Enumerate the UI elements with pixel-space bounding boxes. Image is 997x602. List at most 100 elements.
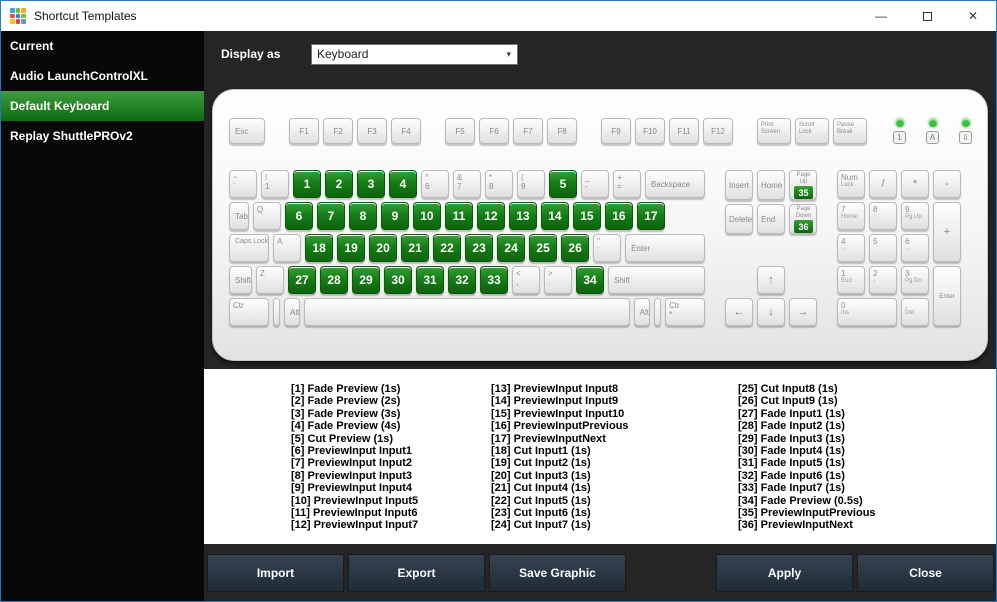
key-shortcut-9: 9 xyxy=(380,202,409,230)
key-shortcut-33: 33 xyxy=(480,266,509,294)
numpad-key-1: 1 End xyxy=(837,266,865,294)
key-shortcut-7: 7 xyxy=(316,202,345,230)
display-as-dropdown[interactable]: Keyboard ▾ xyxy=(311,43,518,65)
key-arrow-down: ↓ xyxy=(757,298,785,326)
keyboard-top-row: Esc F1 F2 F3 F4 F5 F6 F7 F8 F9 F10 F11 F12 Print Scr… xyxy=(229,118,972,144)
key-shortcut-24: 24 xyxy=(497,234,526,262)
key-f4: F4 xyxy=(391,118,421,144)
fkey-group-1: F1 F2 F3 F4 xyxy=(289,118,421,144)
key-shortcut-21: 21 xyxy=(401,234,430,262)
numpad-key-2: 2 ↓ xyxy=(869,266,897,294)
export-button[interactable]: Export xyxy=(348,553,485,592)
shortcut-entry: [12] PreviewInput Input7 xyxy=(291,519,419,532)
key-caps-lock: Caps Lock xyxy=(229,234,270,262)
led-indicators: 1 A ⇩ xyxy=(893,119,972,144)
key-shortcut-11: 11 xyxy=(444,202,473,230)
shortcut-entry: [11] PreviewInput Input6 xyxy=(291,507,418,520)
scroll-lock-led-icon: ⇩ xyxy=(959,131,972,144)
numpad-key-4: 4 ← xyxy=(837,234,865,262)
key-page-up: Page Up 35 xyxy=(789,170,817,200)
key-enter: Enter xyxy=(625,234,705,262)
sidebar-item-current[interactable]: Current xyxy=(1,31,204,61)
key-page-down: Page Down 36 xyxy=(789,204,817,234)
fkey-area: F1 F2 F3 F4 F5 F6 F7 F8 F9 F10 F11 F12 xyxy=(289,118,733,144)
shortcut-entry: [30] Fade Input4 (1s) xyxy=(738,445,845,458)
save-graphic-button[interactable]: Save Graphic xyxy=(489,553,626,592)
key-blank-right xyxy=(654,298,661,326)
key-arrow-up: ↑ xyxy=(757,266,785,294)
key-f6: F6 xyxy=(479,118,509,144)
system-keys: Print Screen Scroll Lock Pause Break xyxy=(757,118,867,144)
key-arrow-left: ← xyxy=(725,298,753,326)
numpad-key-7: 7 Home xyxy=(837,202,865,230)
key-shortcut-20: 20 xyxy=(369,234,398,262)
shortcut-entry: [4] Fade Preview (4s) xyxy=(291,420,401,433)
import-button[interactable]: Import xyxy=(207,553,344,592)
key-7: & 7 xyxy=(453,170,481,198)
key-alt-left: Alt xyxy=(284,298,301,326)
key-ctr-left: Ctr xyxy=(229,298,269,326)
num-lock-led-dot xyxy=(895,119,904,127)
close-button[interactable]: Close xyxy=(857,553,994,592)
shortcut-list: [1] Fade Preview (1s) [2] Fade Preview (2… xyxy=(204,369,996,544)
key-shortcut-15: 15 xyxy=(572,202,601,230)
numpad-key-enter: Enter xyxy=(933,266,961,326)
shortcut-entry: [20] Cut Input3 (1s) xyxy=(491,469,591,482)
key-f11: F11 xyxy=(669,118,699,144)
shortcut-entry: [10] PreviewInput Input5 xyxy=(291,494,419,507)
key-f1: F1 xyxy=(289,118,319,144)
shortcut-entry: [24] Cut Input7 (1s) xyxy=(491,519,591,532)
shortcut-entry: [18] Cut Input1 (1s) xyxy=(491,445,591,458)
key-backtick: ~ ` xyxy=(229,170,257,198)
shortcut-templates-window: Shortcut Templates — ✕ Current Audio Laun… xyxy=(0,0,997,602)
key-a: A xyxy=(273,234,302,262)
key-shortcut-10: 10 xyxy=(412,202,441,230)
shortcut-entry: [27] Fade Input1 (1s) xyxy=(738,407,845,420)
key-shortcut-16: 16 xyxy=(604,202,633,230)
key-tab: Tab xyxy=(229,202,249,230)
shortcut-entry: [25] Cut Input8 (1s) xyxy=(738,383,838,395)
key-f9: F9 xyxy=(601,118,631,144)
maximize-icon xyxy=(922,11,932,21)
key-f12: F12 xyxy=(703,118,733,144)
key-f8: F8 xyxy=(547,118,577,144)
shortcut-entry: [14] PreviewInput Input9 xyxy=(491,395,619,408)
maximize-button[interactable] xyxy=(904,1,950,31)
close-button[interactable]: ✕ xyxy=(950,1,996,31)
numpad-key-plus: + xyxy=(933,202,961,262)
key-end: End xyxy=(757,204,785,234)
shortcut-entry: [9] PreviewInput Input4 xyxy=(291,482,413,495)
caps-lock-led: A xyxy=(926,119,939,144)
fkey-group-2: F5 F6 F7 F8 xyxy=(445,118,577,144)
key-f2: F2 xyxy=(323,118,353,144)
shortcut-entry: [33] Fade Input7 (1s) xyxy=(738,482,845,495)
numpad-block: Num Lock / * - 7 Home 8 ↑ 9 Pg Up +4 ← 5 6 → 1 End 2 ↓ 3 Pg D… xyxy=(837,170,961,330)
sidebar-item-default-keyboard[interactable]: Default Keyboard xyxy=(1,91,204,121)
key-shortcut-25: 25 xyxy=(529,234,558,262)
nav-row-2: Delete End Page Down 36 xyxy=(725,204,817,234)
key-alt-right: Alt xyxy=(633,298,650,326)
key-shortcut-26: 26 xyxy=(561,234,590,262)
footer-bar: Import Export Save Graphic Apply Close xyxy=(204,544,996,601)
keyboard-stage: Esc F1 F2 F3 F4 F5 F6 F7 F8 F9 F10 F11 F12 Print Scr… xyxy=(204,77,996,369)
key-period: >. xyxy=(544,266,573,294)
key-minus: _ - xyxy=(581,170,609,198)
arrow-keys: ↑ ← ↓ → xyxy=(725,266,817,326)
caps-lock-led-icon: A xyxy=(926,131,939,144)
sidebar-item-audio-launchcontrolxl[interactable]: Audio LaunchControlXL xyxy=(1,61,204,91)
sidebar-item-replay-shuttleprov2[interactable]: Replay ShuttlePROv2 xyxy=(1,121,204,151)
key-shortcut-18: 18 xyxy=(305,234,334,262)
numpad-key-3: 3 Pg Dn xyxy=(901,266,929,294)
shortcut-entry: [23] Cut Input6 (1s) xyxy=(491,507,591,520)
minimize-button[interactable]: — xyxy=(858,1,904,31)
key-row-4: Shift Z 27 28 29 30 31 32 33 <, >. 34 Shift xyxy=(229,266,705,294)
shortcut-entry: [26] Cut Input9 (1s) xyxy=(738,395,838,408)
shortcut-entry: [28] Fade Input2 (1s) xyxy=(738,420,845,433)
numpad-key-9: 9 Pg Up xyxy=(901,202,929,230)
apply-button[interactable]: Apply xyxy=(716,553,853,592)
scroll-lock-led: ⇩ xyxy=(959,119,972,144)
shortcut-entry: [17] PreviewInputNext xyxy=(491,432,606,445)
shortcut-entry: [29] Fade Input3 (1s) xyxy=(738,432,845,445)
key-f5: F5 xyxy=(445,118,475,144)
caps-lock-led-dot xyxy=(928,119,937,127)
